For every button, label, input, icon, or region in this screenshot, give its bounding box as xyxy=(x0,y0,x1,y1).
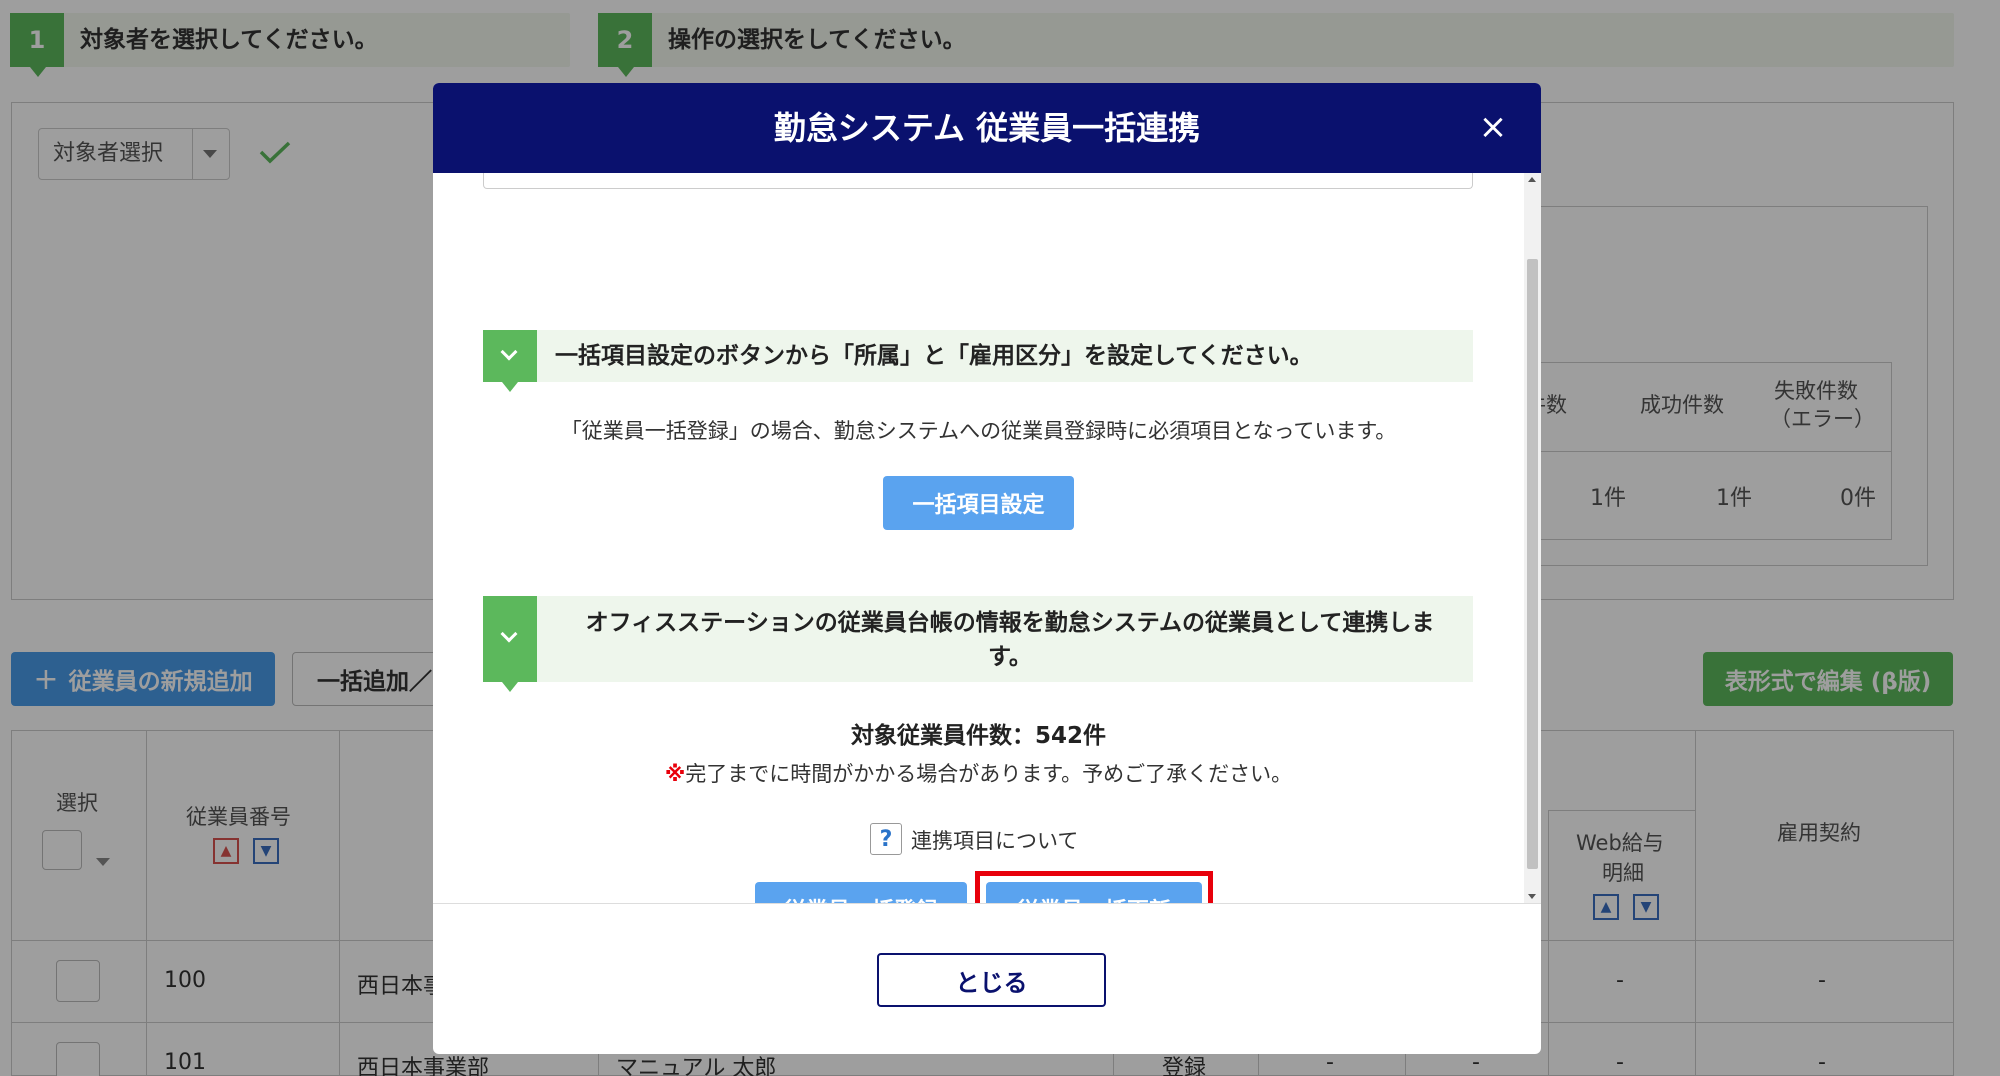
modal-scrollbar[interactable] xyxy=(1524,173,1541,903)
note-mark: ※ xyxy=(664,762,686,786)
scroll-thumb[interactable] xyxy=(1527,259,1538,869)
highlight-box xyxy=(975,871,1213,903)
section-1-heading: 一括項目設定のボタンから「所属」と「雇用区分」を設定してください。 xyxy=(555,343,1313,369)
target-employee-count: 対象従業員件数：542件 xyxy=(850,723,1106,749)
section-1-banner: 一括項目設定のボタンから「所属」と「雇用区分」を設定してください。 xyxy=(483,330,1473,392)
section-2-heading-cont: す。 xyxy=(988,644,1032,670)
scroll-up-icon[interactable] xyxy=(1528,177,1536,182)
close-icon[interactable]: × xyxy=(1473,107,1513,147)
section-2-banner: オフィスステーションの従業員台帳の情報を勤怠システムの従業員として連携しま す。 xyxy=(483,596,1473,692)
chevron-down-icon xyxy=(483,330,537,392)
bulk-link-modal: 勤怠システム 従業員一括連携 × 一括項目設定のボタンから「所属」と「雇用区分」… xyxy=(433,83,1541,1054)
modal-body: 一括項目設定のボタンから「所属」と「雇用区分」を設定してください。 「従業員一括… xyxy=(433,173,1541,903)
section-2-heading: オフィスステーションの従業員台帳の情報を勤怠システムの従業員として連携しま xyxy=(585,610,1435,636)
note-text: 完了までに時間がかかる場合があります。予めご了承ください。 xyxy=(685,762,1293,786)
bulk-item-settings-button[interactable]: 一括項目設定 xyxy=(883,476,1074,530)
link-items-help-link[interactable]: 連携項目について xyxy=(911,825,1078,855)
modal-title: 勤怠システム 従業員一括連携 xyxy=(773,109,1201,147)
close-button[interactable]: とじる xyxy=(877,953,1106,1007)
scroll-down-icon[interactable] xyxy=(1528,894,1536,899)
modal-header: 勤怠システム 従業員一括連携 × xyxy=(433,83,1541,173)
duration-note: ※完了までに時間がかかる場合があります。予めご了承ください。 xyxy=(433,758,1524,788)
section-1-description: 「従業員一括登録」の場合、勤怠システムへの従業員登録時に必須項目となっています。 xyxy=(560,419,1397,443)
bulk-register-button[interactable]: 従業員一括登録 xyxy=(755,882,967,903)
help-icon[interactable]: ? xyxy=(870,823,902,855)
chevron-down-icon xyxy=(483,596,537,692)
input-field-partial xyxy=(483,173,1473,189)
